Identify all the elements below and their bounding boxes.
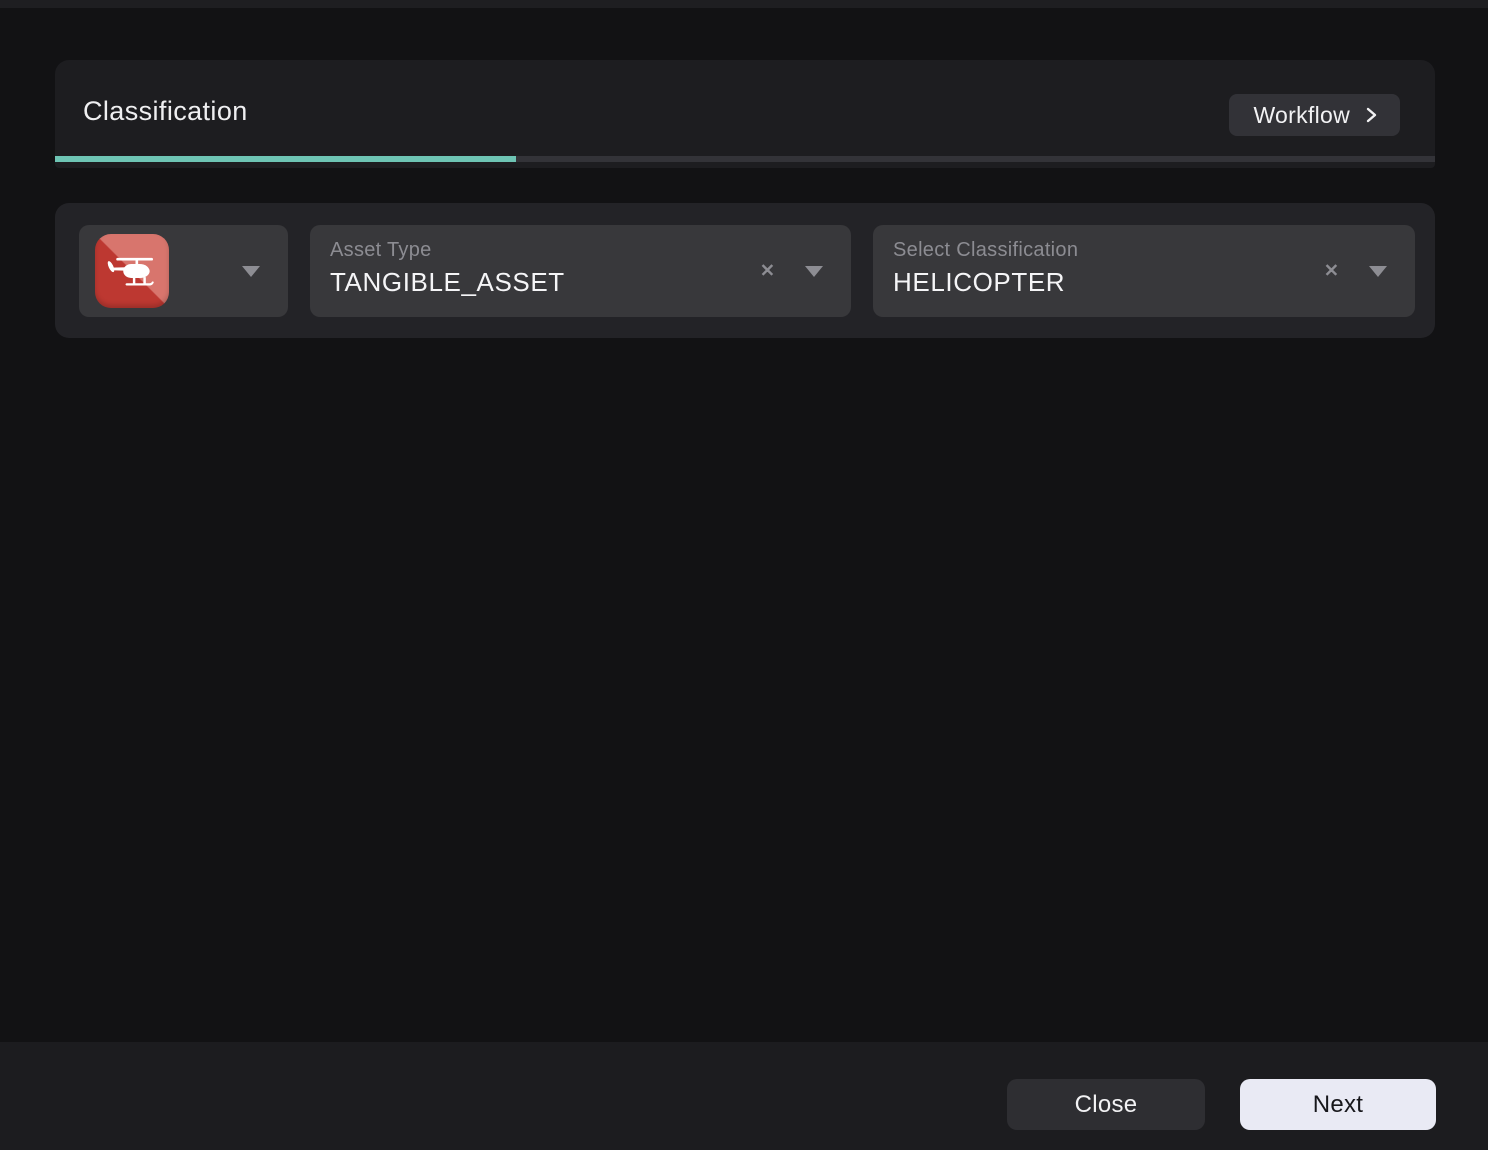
- progress-track: [55, 156, 1435, 162]
- next-button[interactable]: Next: [1240, 1079, 1436, 1130]
- asset-type-label: Asset Type: [330, 239, 565, 262]
- window-top-strip: [0, 0, 1488, 8]
- footer-bar: Close Next: [0, 1042, 1488, 1150]
- classification-label: Select Classification: [893, 239, 1078, 262]
- chevron-right-icon: [1360, 103, 1382, 127]
- page-title: Classification: [83, 96, 248, 127]
- asset-type-texts: Asset Type TANGIBLE_ASSET: [330, 239, 565, 298]
- caret-down-icon[interactable]: [805, 266, 823, 277]
- classification-value: HELICOPTER: [893, 267, 1078, 298]
- clear-icon[interactable]: ✕: [760, 261, 775, 279]
- classification-texts: Select Classification HELICOPTER: [893, 239, 1078, 298]
- workflow-button-label: Workflow: [1253, 102, 1350, 129]
- asset-type-dropdown[interactable]: Asset Type TANGIBLE_ASSET ✕: [310, 225, 851, 317]
- clear-icon[interactable]: ✕: [1324, 261, 1339, 279]
- classification-dropdown[interactable]: Select Classification HELICOPTER ✕: [873, 225, 1415, 317]
- asset-icon-dropdown[interactable]: [79, 225, 288, 317]
- classification-dialog: Classification Workflow: [0, 0, 1488, 1150]
- helicopter-icon: [95, 234, 169, 308]
- caret-down-icon[interactable]: [1369, 266, 1387, 277]
- classification-form: Asset Type TANGIBLE_ASSET ✕ Select Class…: [55, 203, 1435, 338]
- caret-down-icon: [242, 266, 260, 277]
- workflow-button[interactable]: Workflow: [1229, 94, 1400, 136]
- progress-fill: [55, 156, 516, 162]
- asset-type-value: TANGIBLE_ASSET: [330, 267, 565, 298]
- dialog-header: Classification Workflow: [55, 60, 1435, 168]
- close-button[interactable]: Close: [1007, 1079, 1205, 1130]
